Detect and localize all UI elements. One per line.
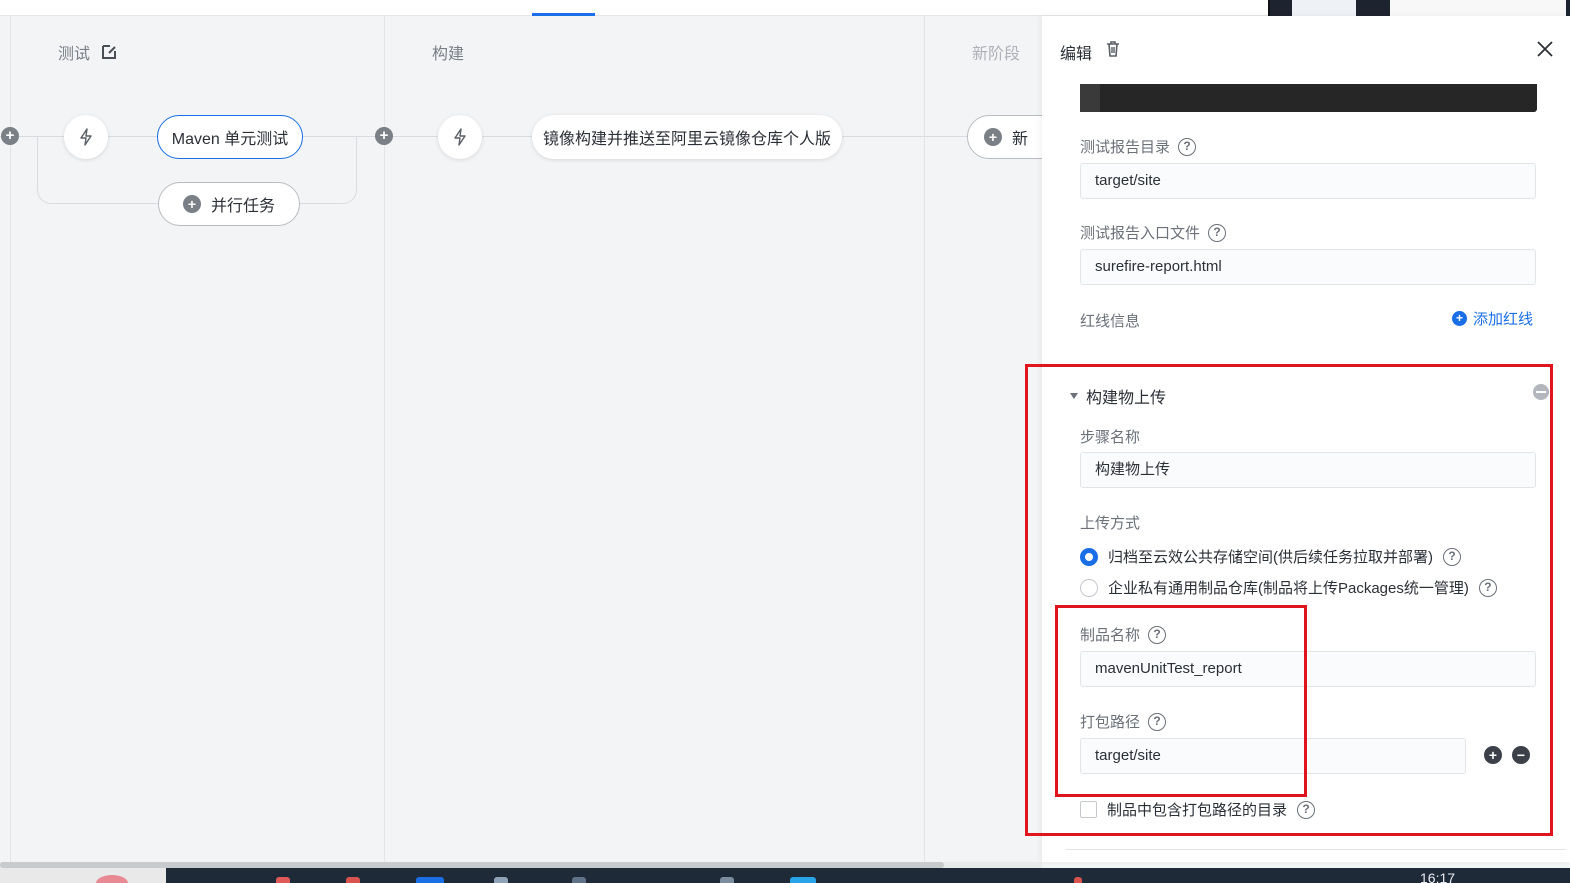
radio-button[interactable] — [1080, 578, 1098, 597]
radio-label: 企业私有通用制品仓库(制品将上传Packages统一管理) — [1108, 580, 1469, 597]
panel-title: 编辑 — [1060, 46, 1093, 63]
task-image-build-push[interactable]: 镜像构建并推送至阿里云镜像仓库个人版 — [532, 115, 842, 159]
upload-option-public[interactable]: 归档至云效公共存储空间(供后续任务拉取并部署) ? — [1080, 546, 1461, 567]
taskbar-start-area — [0, 868, 166, 883]
help-icon[interactable]: ? — [1148, 625, 1167, 644]
pipeline-canvas: 测试 构建 新阶段 + + Maven 单元测试 + 并行任务 镜像构建并推送至… — [0, 16, 1087, 862]
plus-icon: + — [1452, 311, 1467, 326]
stage-title-build: 构建 — [432, 40, 464, 64]
help-icon[interactable]: ? — [1178, 137, 1197, 156]
input-value: mavenUnitTest_report — [1095, 660, 1242, 677]
radio-label: 归档至云效公共存储空间(供后续任务拉取并部署) — [1108, 549, 1433, 566]
link-text: 添加红线 — [1473, 311, 1534, 328]
redline-label: 红线信息 — [1080, 310, 1140, 331]
add-path-button[interactable]: + — [1484, 746, 1502, 764]
step-name-input[interactable]: 构建物上传 — [1080, 452, 1536, 488]
os-taskbar: 16:17 — [0, 868, 1570, 883]
upload-method-label: 上传方式 — [1080, 512, 1140, 533]
report-dir-input[interactable]: target/site — [1080, 163, 1536, 199]
input-value: target/site — [1095, 747, 1161, 764]
plus-icon: + — [984, 128, 1002, 146]
label-text: 制品名称 — [1080, 627, 1141, 644]
panel-header: 编辑 — [1042, 16, 1570, 84]
help-icon[interactable]: ? — [1443, 547, 1461, 566]
task-label: 新 — [1012, 131, 1029, 148]
taskbar-app-icon[interactable] — [1074, 877, 1082, 883]
caret-down-icon — [1070, 393, 1078, 399]
remove-section-icon[interactable] — [1533, 384, 1549, 400]
taskbar-app-icon[interactable] — [416, 877, 444, 883]
add-stage-button[interactable]: + — [375, 127, 393, 145]
package-path-label: 打包路径 ? — [1080, 711, 1167, 732]
upload-option-private[interactable]: 企业私有通用制品仓库(制品将上传Packages统一管理) ? — [1080, 577, 1497, 598]
label-text: 测试报告目录 — [1080, 139, 1171, 156]
taskbar-app-icon[interactable] — [572, 877, 586, 883]
plus-icon: + — [182, 195, 201, 213]
taskbar-app-icon[interactable] — [276, 877, 290, 883]
radio-button[interactable] — [1080, 547, 1098, 566]
stage-title-text: 新阶段 — [972, 46, 1021, 63]
help-icon[interactable]: ? — [1478, 578, 1497, 597]
stage-title-new: 新阶段 — [972, 40, 1020, 64]
task-label: 镜像构建并推送至阿里云镜像仓库个人版 — [543, 131, 832, 148]
section-divider — [1066, 849, 1566, 850]
taskbar-app-icon[interactable] — [494, 877, 508, 883]
checkbox-label: 制品中包含打包路径的目录 — [1107, 802, 1288, 819]
report-entry-input[interactable]: surefire-report.html — [1080, 249, 1536, 285]
checkbox-box[interactable] — [1080, 801, 1097, 818]
remove-path-button[interactable]: − — [1512, 746, 1530, 764]
stage-title-text: 测试 — [58, 46, 91, 63]
report-entry-label: 测试报告入口文件 ? — [1080, 222, 1227, 243]
label-text: 红线信息 — [1080, 313, 1141, 330]
stage-divider — [924, 16, 925, 862]
help-icon[interactable]: ? — [1148, 712, 1167, 731]
help-icon[interactable]: ? — [1297, 800, 1316, 819]
report-dir-label: 测试报告目录 ? — [1080, 136, 1197, 157]
task-label: 并行任务 — [210, 198, 275, 215]
section-title-text: 构建物上传 — [1086, 390, 1167, 407]
artifact-name-input[interactable]: mavenUnitTest_report — [1080, 651, 1536, 687]
edit-icon[interactable] — [100, 43, 118, 61]
upload-section-header[interactable]: 构建物上传 — [1070, 384, 1166, 408]
label-text: 上传方式 — [1080, 515, 1141, 532]
code-editor-bottom[interactable] — [1080, 84, 1537, 112]
add-parallel-task-button[interactable]: + 并行任务 — [158, 182, 300, 226]
stage-title-test: 测试 — [58, 40, 118, 64]
taskbar-clock: 16:17 — [1420, 870, 1456, 883]
package-path-input[interactable]: target/site — [1080, 738, 1466, 774]
help-icon[interactable]: ? — [1208, 223, 1227, 242]
label-text: 步骤名称 — [1080, 429, 1141, 446]
task-label: Maven 单元测试 — [171, 131, 289, 148]
step-name-label: 步骤名称 — [1080, 426, 1140, 447]
label-text: 打包路径 — [1080, 714, 1141, 731]
label-text: 测试报告入口文件 — [1080, 225, 1201, 242]
avatar[interactable] — [96, 875, 128, 883]
trash-icon[interactable] — [1104, 40, 1122, 63]
add-redline-link[interactable]: + 添加红线 — [1452, 308, 1533, 329]
input-value: target/site — [1095, 172, 1161, 189]
edit-panel: 编辑 测试报告目录 ? target/site 测试报告入口文件 ? suref… — [1042, 16, 1570, 862]
close-icon[interactable] — [1536, 40, 1554, 63]
add-stage-button[interactable]: + — [1, 127, 19, 145]
include-dir-checkbox[interactable]: 制品中包含打包路径的目录 ? — [1080, 799, 1316, 820]
taskbar-app-icon[interactable] — [346, 877, 360, 883]
input-value: 构建物上传 — [1095, 461, 1171, 478]
taskbar-app-icon[interactable] — [790, 877, 816, 883]
task-maven-unit-test[interactable]: Maven 单元测试 — [157, 115, 303, 159]
stage-trigger-button[interactable] — [438, 115, 482, 159]
input-value: surefire-report.html — [1095, 258, 1222, 275]
stage-title-text: 构建 — [432, 46, 465, 63]
lightning-icon — [454, 128, 466, 146]
artifact-name-label: 制品名称 ? — [1080, 624, 1167, 645]
taskbar-app-icon[interactable] — [720, 877, 734, 883]
